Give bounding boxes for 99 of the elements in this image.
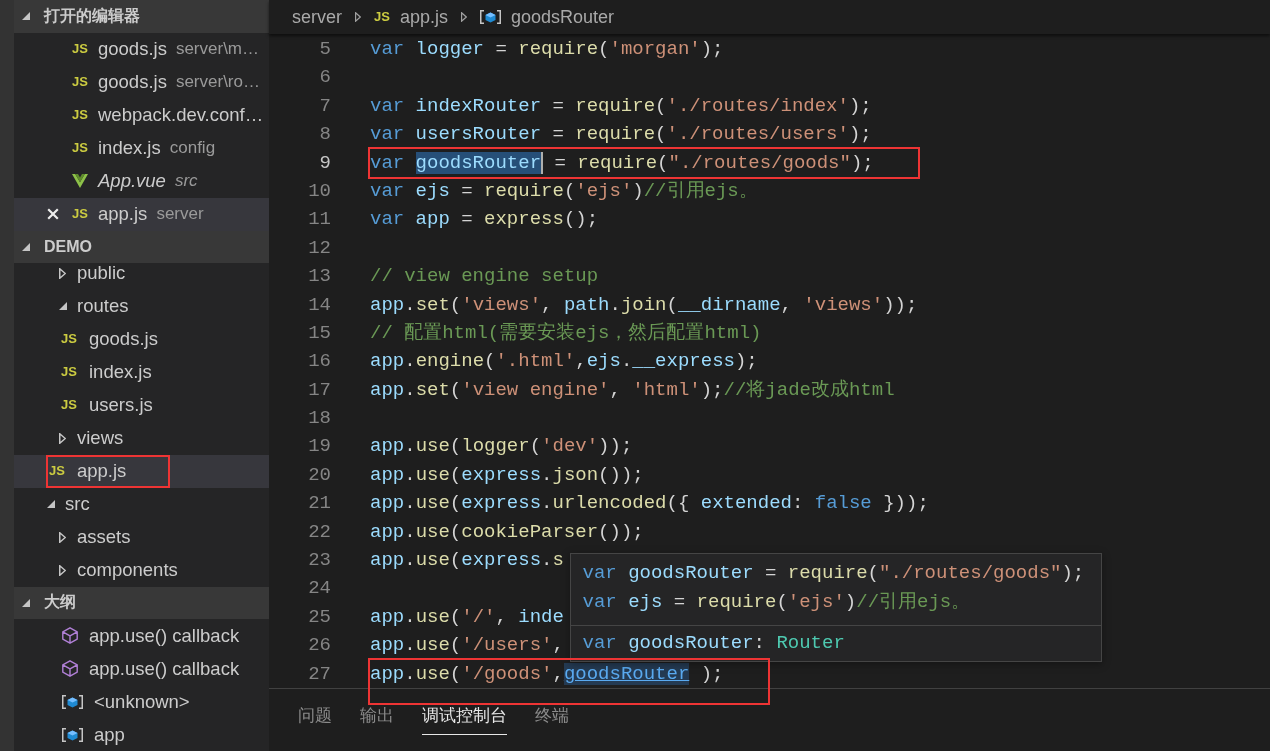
code-line: app.use(express.s <box>370 549 564 572</box>
panel-tab[interactable]: 问题 <box>298 704 332 735</box>
code-line: app.engine('.html',ejs.__express); <box>370 350 758 373</box>
tooltip-code-line: var ejs = require('ejs')//引用ejs。 <box>582 590 972 616</box>
panel-tab[interactable]: 输出 <box>360 704 394 735</box>
code-line: app.use(express.json()); <box>370 463 644 486</box>
code-line: var ejs = require('ejs')//引用ejs。 <box>370 179 758 202</box>
line-number: 20 <box>307 462 331 488</box>
line-number: 15 <box>307 320 331 346</box>
open-editor-item[interactable]: JS goods.js server\m… <box>14 32 269 66</box>
code-line: app.use('/goods',goodsRouter ); <box>370 662 724 685</box>
file-path: server <box>156 204 204 224</box>
line-number: 11 <box>307 207 331 233</box>
file-type-icon: JS <box>72 42 88 56</box>
file-path: config <box>169 138 216 158</box>
code-line: app.use('/', inde <box>370 605 564 628</box>
folder-item[interactable]: components <box>14 553 269 587</box>
file-type-icon: JS <box>61 398 77 412</box>
code-line: app.use(logger('dev')); <box>370 435 633 458</box>
folder-item[interactable]: assets <box>14 520 269 554</box>
section-header[interactable]: DEMO <box>14 230 269 263</box>
file-path: server\m… <box>175 39 260 59</box>
breadcrumb-item[interactable]: JS app.js <box>374 6 448 28</box>
open-editor-item[interactable]: JS goods.js server\ro… <box>14 65 269 99</box>
file-type-icon: JS <box>374 10 390 24</box>
triangle-right-icon <box>460 12 467 22</box>
line-number: 18 <box>307 406 331 432</box>
line-number: 6 <box>318 65 331 91</box>
line-number: 22 <box>307 519 331 545</box>
folder-item[interactable]: src <box>14 487 269 521</box>
file-item[interactable]: JS index.js <box>14 355 269 389</box>
code-line: // 配置html(需要安装ejs，然后配置html) <box>370 321 762 344</box>
open-editor-item[interactable]: App.vue src <box>14 164 269 198</box>
bracket-box-icon <box>62 727 83 742</box>
outline-item[interactable]: <unknown> <box>14 685 269 718</box>
file-type-icon: JS <box>61 365 77 379</box>
line-number: 12 <box>307 235 331 261</box>
line-number: 21 <box>307 491 331 517</box>
code-line: app.use('/users', <box>370 634 564 657</box>
section-header[interactable]: 打开的编辑器 <box>14 0 269 33</box>
file-type-icon: JS <box>72 75 88 89</box>
line-number: 7 <box>318 93 331 119</box>
line-number: 5 <box>318 37 331 62</box>
open-editor-item[interactable]: JS app.js server <box>14 197 269 231</box>
file-type-icon: JS <box>61 332 77 346</box>
open-editor-item[interactable]: JS index.js config <box>14 131 269 165</box>
file-item[interactable]: JS app.js <box>14 454 269 488</box>
code-line: app.set('views', path.join(__dirname, 'views')); <box>370 293 918 316</box>
file-type-icon: JS <box>72 207 88 221</box>
code-line: app.set('view engine', 'html');//将jade改成html <box>370 378 895 401</box>
code-line: var app = express(); <box>370 208 599 231</box>
line-number: 9 <box>318 150 331 176</box>
folder-item[interactable]: routes <box>14 289 269 323</box>
file-type-icon: JS <box>72 141 88 155</box>
code-line: // view engine setup <box>370 265 599 288</box>
section-header[interactable]: 大纲 <box>14 586 269 619</box>
code-line: app.use(express.urlencoded({ extended: false })); <box>370 492 929 515</box>
code-line: app.use(cookieParser()); <box>370 520 644 543</box>
code-line: var goodsRouter = require("./routes/goods"); <box>370 151 874 174</box>
line-number: 10 <box>307 178 331 204</box>
file-path: src <box>174 171 198 191</box>
line-number: 17 <box>307 377 331 403</box>
tooltip-signature: var goodsRouter: Router <box>582 631 846 657</box>
file-type-icon: JS <box>72 108 88 122</box>
folder-item[interactable]: public <box>14 263 269 290</box>
triangle-right-icon <box>355 12 361 22</box>
file-type-icon: JS <box>49 464 65 478</box>
bracket-box-icon <box>479 10 501 24</box>
code-line: var indexRouter = require('./routes/index'); <box>370 94 872 117</box>
panel-tab[interactable]: 调试控制台 <box>422 704 507 735</box>
cube-icon <box>62 627 78 644</box>
line-number: 19 <box>307 434 331 460</box>
code-line: var logger = require('morgan'); <box>370 38 724 60</box>
panel-tab[interactable]: 终端 <box>535 704 569 735</box>
breadcrumb-item[interactable]: goodsRouter <box>479 6 615 28</box>
line-number: 24 <box>307 576 331 602</box>
cube-icon <box>62 660 78 677</box>
outline-item[interactable]: app.use() callback <box>14 652 269 685</box>
line-number: 25 <box>307 604 331 630</box>
code-line: var usersRouter = require('./routes/users'); <box>370 123 872 146</box>
outline-item[interactable]: app <box>14 718 269 751</box>
line-number: 8 <box>318 122 331 148</box>
open-editor-item[interactable]: JS webpack.dev.conf… <box>14 98 269 132</box>
line-number: 27 <box>307 661 331 687</box>
file-path: server\ro… <box>175 72 260 92</box>
tooltip-code-line: var goodsRouter = require("./routes/goods"); <box>582 561 1085 587</box>
v-logo-icon <box>72 174 88 188</box>
line-number: 23 <box>307 548 331 574</box>
close-icon[interactable] <box>47 208 59 220</box>
file-item[interactable]: JS goods.js <box>14 322 269 356</box>
bracket-box-icon <box>62 694 83 709</box>
line-number: 14 <box>307 292 331 318</box>
outline-item[interactable]: app.use() callback <box>14 619 269 652</box>
folder-item[interactable]: views <box>14 421 269 455</box>
line-number: 16 <box>307 349 331 375</box>
line-number: 13 <box>307 264 331 290</box>
line-number: 26 <box>307 633 331 659</box>
file-item[interactable]: JS users.js <box>14 388 269 422</box>
breadcrumb-item[interactable]: server <box>292 6 342 28</box>
